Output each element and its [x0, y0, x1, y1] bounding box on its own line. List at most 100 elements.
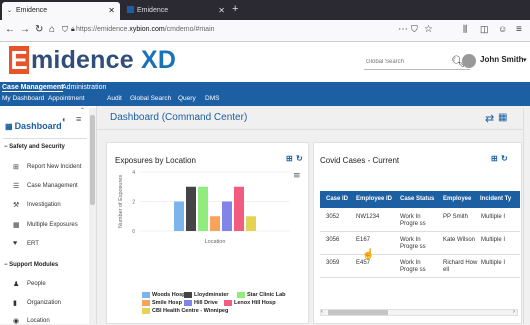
table-scroll-thumb[interactable] [328, 310, 388, 315]
mouse-cursor-icon: ☝ [362, 249, 375, 260]
legend-item[interactable]: Lenox Hill Hosp [224, 300, 276, 306]
layout-grid-icon[interactable]: ▦ [498, 112, 507, 123]
y-tick-label: 2 [132, 200, 135, 206]
legend-swatch [142, 292, 150, 298]
forward-icon[interactable]: → [20, 24, 30, 35]
y-axis-label: Number of Exposures [118, 175, 124, 228]
add-icon[interactable]: ⊞ [491, 154, 498, 163]
main-scrollbar[interactable] [523, 108, 530, 324]
cell-case-status: Work In Progre ss [400, 260, 426, 273]
logo: midence XD [31, 46, 176, 74]
browser-tab-active[interactable]: ⌄ Emidence ✕ [2, 2, 120, 20]
submenu-appointment[interactable]: Appointment [48, 95, 85, 102]
avatar[interactable] [462, 54, 476, 68]
browser-tab-bar: ⌄ Emidence ✕ Emidence ✕ + [0, 0, 530, 20]
legend-item[interactable]: Woods Hosp [142, 292, 186, 298]
legend-label: Woods Hosp [152, 292, 186, 298]
chart-bar [246, 216, 256, 231]
back-icon[interactable]: ← [5, 24, 15, 35]
toggle-icon[interactable]: ◐ [62, 115, 67, 124]
legend-label: Lloydminster [194, 292, 229, 298]
legend-item[interactable]: CBI Health Centre - Winnipeg [142, 308, 229, 314]
person-icon: ♟ [13, 281, 20, 288]
sidebar-scroll-thumb[interactable] [90, 115, 95, 205]
cell-incident-type: Multiple I [481, 260, 506, 266]
cell-employee: PP Smith [443, 214, 468, 220]
star-icon[interactable]: ☆ [424, 24, 433, 35]
url-bar[interactable]: https://emidence.xybion.com/cmdemo/#main [76, 26, 215, 33]
column-header[interactable]: Employee ID [356, 196, 392, 202]
table-header: Case ID Employee ID Case Status Employee… [320, 191, 520, 208]
submenu-global-search[interactable]: Global Search [130, 95, 171, 102]
cell-employee-id: E167 [356, 237, 371, 243]
legend-swatch [184, 292, 192, 298]
settings-toggle-icon[interactable]: ⇄ [485, 112, 494, 125]
cell-employee: Richard How ell [443, 260, 478, 273]
legend-label: CBI Health Centre - Winnipeg [152, 308, 229, 314]
scroll-right-icon[interactable]: › [513, 309, 515, 315]
column-header[interactable]: Employee [443, 196, 471, 202]
refresh-icon[interactable]: ↻ [501, 154, 508, 163]
legend-swatch [237, 292, 245, 298]
y-tick-label: 4 [132, 170, 135, 176]
chevron-down-icon[interactable]: ▾ [523, 56, 527, 64]
library-icon[interactable]: ⫼ [463, 24, 467, 35]
legend-item[interactable]: Smile Hosp [142, 300, 182, 306]
scroll-left-icon[interactable]: ‹ [321, 309, 323, 315]
bookmark-icon[interactable]: ⛉ [411, 24, 418, 35]
cell-case-id: 3052 [326, 214, 340, 220]
menu-administration[interactable]: Administration [62, 84, 106, 91]
chart-menu-icon[interactable]: ≡ [293, 171, 301, 181]
legend-item[interactable]: Star Clinic Lab [237, 292, 286, 298]
legend-label: Lenox Hill Hosp [234, 300, 276, 306]
wrench-icon: ⚒ [13, 202, 20, 209]
legend-item[interactable]: Lloydminster [184, 292, 229, 298]
shield-icon[interactable]: ⛉ [62, 25, 68, 35]
divider [97, 129, 523, 130]
favicon-icon [127, 6, 134, 13]
submenu-audit[interactable]: Audit [107, 95, 122, 102]
home-icon[interactable]: ⌂ [49, 24, 55, 35]
chart-bar [222, 201, 232, 231]
reload-icon[interactable]: ↻ [35, 24, 43, 35]
sidebar-title: ▦ Dashboard [5, 121, 62, 131]
sidebar-section-safety[interactable]: − Safety and Security [4, 144, 65, 150]
more-icon[interactable]: ⋯ [398, 24, 408, 35]
lock-icon[interactable]: 🔒︎ [71, 26, 75, 34]
divider [3, 138, 87, 139]
menu-icon[interactable]: ≡ [516, 24, 522, 35]
user-name[interactable]: John Smith [480, 55, 524, 64]
legend-item[interactable]: Hill Drive [184, 300, 218, 306]
list-icon: ☰ [13, 183, 20, 190]
divider [320, 277, 520, 278]
account-icon[interactable]: ☺ [498, 24, 507, 34]
cell-employee: Kate Wilson [443, 237, 476, 243]
column-header[interactable]: Case ID [326, 196, 348, 202]
new-tab-icon[interactable]: + [232, 3, 238, 15]
close-tab-icon[interactable]: ✕ [108, 6, 115, 15]
close-tab-icon[interactable]: ✕ [218, 6, 225, 15]
y-tick-label: 0 [132, 229, 135, 235]
column-header[interactable]: Case Status [400, 196, 434, 202]
collapse-up-icon[interactable]: ⌃ [80, 107, 85, 114]
column-header[interactable]: Incident Ty [480, 196, 511, 202]
legend-swatch [142, 300, 150, 306]
chart-bar [174, 201, 184, 231]
chart-bar [198, 186, 208, 231]
hamburger-icon[interactable]: ≡ [76, 114, 81, 124]
covid-card-title: Covid Cases - Current [320, 156, 400, 165]
submenu-dms[interactable]: DMS [205, 95, 219, 102]
covid-card [313, 142, 522, 324]
browser-tab[interactable]: Emidence ✕ [122, 2, 230, 20]
tab-title: Emidence [16, 7, 48, 14]
menu-case-management[interactable]: Case Management [2, 84, 64, 92]
cell-incident-type: Multiple I [481, 214, 506, 220]
sidebar-icon[interactable]: ◫ [480, 24, 489, 35]
submenu-my-dashboard[interactable]: My Dashboard [2, 95, 44, 102]
x-axis-label: Location [205, 239, 226, 245]
submenu-query[interactable]: Query [178, 95, 196, 102]
sidebar-section-support[interactable]: − Support Modules [4, 262, 58, 268]
cell-case-id: 3056 [326, 237, 340, 243]
page-title: Dashboard (Command Center) [110, 112, 248, 123]
main-menu-bar: Case Management Administration My Dashbo… [0, 82, 530, 106]
